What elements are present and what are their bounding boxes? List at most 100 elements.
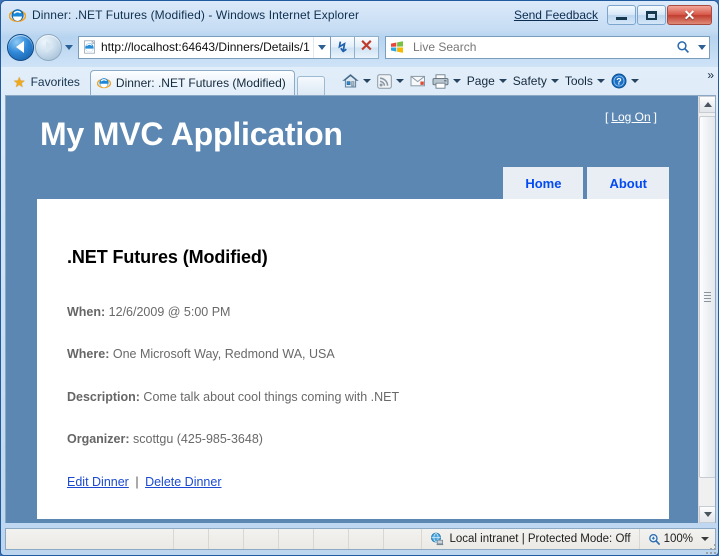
status-segment — [349, 529, 384, 549]
address-dropdown-button[interactable] — [313, 37, 330, 58]
logon-area: [Log On] — [605, 110, 657, 124]
chevron-down-icon — [698, 45, 706, 50]
read-mail-button[interactable] — [407, 70, 429, 92]
print-button[interactable] — [429, 70, 464, 92]
address-url-text[interactable]: http://localhost:64643/Dinners/Details/1 — [101, 40, 313, 54]
forward-button[interactable] — [35, 34, 62, 61]
back-button[interactable] — [7, 34, 34, 61]
title-bar: Dinner: .NET Futures (Modified) - Window… — [1, 1, 718, 29]
dinner-title: .NET Futures (Modified) — [67, 247, 639, 268]
address-bar: http://localhost:64643/Dinners/Details/1… — [1, 29, 718, 65]
print-icon — [432, 74, 449, 89]
field-description-value: Come talk about cool things coming with … — [143, 390, 399, 404]
help-menu-button[interactable]: ? — [608, 70, 642, 92]
minimize-button[interactable] — [607, 5, 636, 25]
home-icon — [342, 73, 359, 89]
chevron-down-icon — [318, 45, 326, 50]
page-favicon-icon — [83, 40, 97, 54]
triangle-down-icon — [704, 512, 712, 517]
edit-dinner-link[interactable]: Edit Dinner — [67, 475, 129, 489]
search-provider-dropdown[interactable] — [694, 45, 709, 50]
nav-item-about[interactable]: About — [587, 167, 669, 199]
search-submit-button[interactable] — [672, 40, 694, 54]
rss-feed-icon — [377, 74, 392, 89]
refresh-icon: ↯ — [337, 40, 349, 54]
browser-tab[interactable]: Dinner: .NET Futures (Modified) — [90, 70, 295, 95]
field-where: Where: One Microsoft Way, Redmond WA, US… — [67, 346, 639, 362]
page-menu-label: Page — [467, 74, 495, 88]
scrollbar-thumb[interactable] — [699, 116, 716, 478]
home-button[interactable] — [339, 70, 374, 92]
status-segment — [209, 529, 244, 549]
field-where-label: Where: — [67, 347, 109, 361]
close-icon: ✕ — [684, 8, 696, 22]
stop-button[interactable]: ✕ — [355, 36, 379, 59]
field-organizer: Organizer: scottgu (425-985-3648) — [67, 431, 639, 447]
status-segment — [279, 529, 314, 549]
command-overflow-button[interactable]: » — [707, 68, 714, 82]
send-feedback-link[interactable]: Send Feedback — [514, 8, 598, 22]
tab-and-command-bar: ★ Favorites Dinner: .NET Futures (Modifi… — [1, 65, 718, 95]
search-box[interactable]: Live Search — [385, 36, 710, 59]
internet-explorer-icon — [9, 7, 26, 24]
field-organizer-value: scottgu (425-985-3648) — [133, 432, 263, 446]
chevron-down-icon — [631, 79, 639, 83]
security-zone-status[interactable]: Local intranet | Protected Mode: Off — [421, 529, 638, 549]
delete-dinner-link[interactable]: Delete Dinner — [145, 475, 221, 489]
page-container: [Log On] My MVC Application Home About .… — [33, 96, 673, 519]
status-segment — [244, 529, 279, 549]
favorites-label: Favorites — [31, 75, 80, 89]
page-viewport: [Log On] My MVC Application Home About .… — [5, 95, 716, 523]
title-bar-controls: Send Feedback ✕ — [514, 3, 712, 27]
field-when-label: When: — [67, 305, 105, 319]
log-on-link[interactable]: Log On — [611, 110, 650, 124]
command-bar: Page Safety Tools ? » — [339, 68, 718, 94]
field-where-value: One Microsoft Way, Redmond WA, USA — [113, 347, 335, 361]
window-resize-grip[interactable] — [704, 542, 716, 554]
chevron-down-icon — [701, 537, 709, 541]
arrow-right-icon — [46, 41, 54, 53]
stop-icon: ✕ — [360, 39, 373, 55]
favorites-button[interactable]: ★ Favorites — [7, 70, 90, 94]
nav-item-home[interactable]: Home — [503, 167, 583, 199]
field-when: When: 12/6/2009 @ 5:00 PM — [67, 304, 639, 320]
address-input-container[interactable]: http://localhost:64643/Dinners/Details/1 — [78, 36, 331, 59]
refresh-button[interactable]: ↯ — [331, 36, 355, 59]
status-segment — [174, 529, 209, 549]
tools-menu-button[interactable]: Tools — [562, 70, 608, 92]
field-description-label: Description: — [67, 390, 140, 404]
chevron-down-icon — [597, 79, 605, 83]
scroll-down-button[interactable] — [699, 506, 716, 523]
star-icon: ★ — [13, 74, 26, 91]
chevron-down-icon — [551, 79, 559, 83]
new-tab-button[interactable] — [297, 76, 325, 95]
logon-bracket-open: [ — [605, 110, 608, 124]
safety-menu-button[interactable]: Safety — [510, 70, 562, 92]
search-input[interactable]: Live Search — [413, 40, 672, 54]
scrollbar-grip-icon — [704, 292, 711, 302]
window-title: Dinner: .NET Futures (Modified) - Window… — [32, 8, 359, 22]
close-button[interactable]: ✕ — [667, 5, 712, 25]
status-segment — [314, 529, 349, 549]
chevron-down-icon — [499, 79, 507, 83]
field-organizer-label: Organizer: — [67, 432, 130, 446]
page-scrollbar-vertical[interactable] — [698, 96, 715, 523]
windows-logo-icon — [390, 40, 404, 54]
help-icon: ? — [611, 73, 627, 89]
chevron-down-icon — [363, 79, 371, 83]
logon-bracket-close: ] — [654, 110, 657, 124]
feeds-button[interactable] — [374, 70, 407, 92]
status-segment — [6, 529, 174, 549]
scroll-up-button[interactable] — [699, 96, 716, 113]
field-when-value: 12/6/2009 @ 5:00 PM — [109, 305, 231, 319]
dinner-actions: Edit Dinner | Delete Dinner — [67, 475, 639, 489]
chevron-down-icon — [453, 79, 461, 83]
recent-pages-button[interactable] — [62, 37, 76, 57]
arrow-left-icon — [16, 41, 24, 53]
page-menu-button[interactable]: Page — [464, 70, 510, 92]
svg-text:?: ? — [616, 77, 622, 87]
tab-title: Dinner: .NET Futures (Modified) — [116, 76, 286, 90]
maximize-restore-button[interactable] — [637, 5, 666, 25]
content-card: .NET Futures (Modified) When: 12/6/2009 … — [37, 199, 669, 519]
page-title: My MVC Application — [33, 100, 673, 150]
